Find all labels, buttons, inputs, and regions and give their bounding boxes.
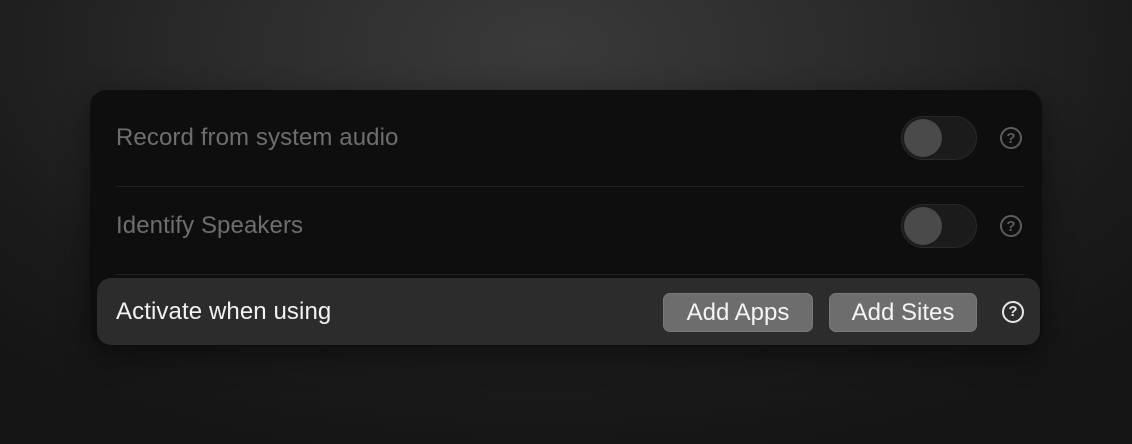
question-circle-icon[interactable]: ? (1002, 300, 1024, 323)
identify-speakers-row: Identify Speakers ? (116, 182, 1024, 270)
identify-speakers-label: Identify Speakers (116, 212, 304, 239)
activate-when-using-row: Activate when using Add Apps Add Sites ? (97, 278, 1040, 345)
question-circle-icon[interactable]: ? (1000, 127, 1022, 149)
add-apps-button[interactable]: Add Apps (663, 293, 813, 332)
system-audio-toggle[interactable] (901, 116, 977, 160)
identify-speakers-toggle[interactable] (901, 204, 977, 248)
settings-panel: Record from system audio ? Identify Spea… (90, 90, 1042, 346)
toggle-knob (904, 119, 942, 157)
system-audio-label: Record from system audio (116, 124, 399, 151)
system-audio-row: Record from system audio ? (116, 94, 1024, 182)
add-sites-button[interactable]: Add Sites (829, 293, 977, 332)
question-circle-icon[interactable]: ? (1000, 215, 1022, 237)
divider (116, 274, 1024, 275)
toggle-knob (904, 207, 942, 245)
